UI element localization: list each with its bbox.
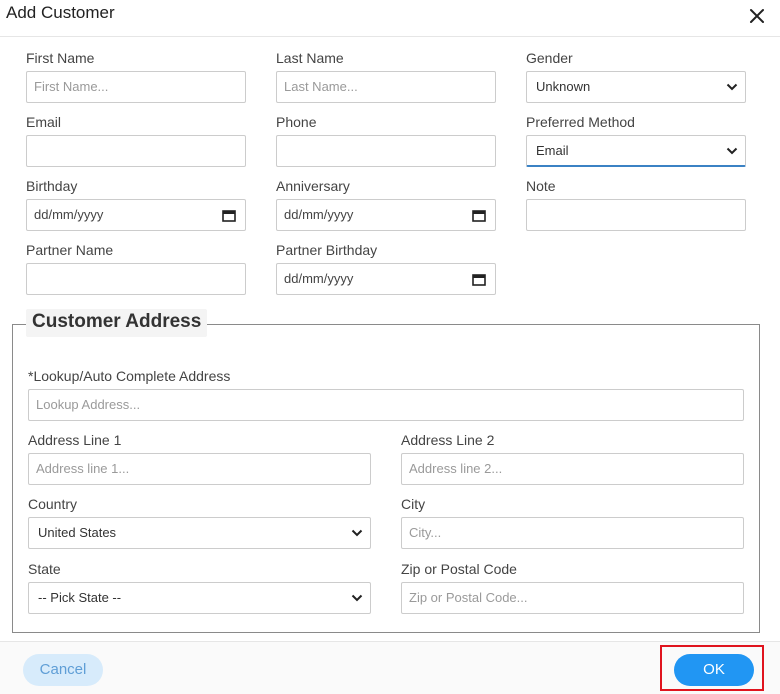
lookup-address-placeholder: Lookup Address... bbox=[36, 397, 141, 412]
city-label: City bbox=[401, 496, 426, 512]
email-label: Email bbox=[26, 114, 62, 130]
zip-label: Zip or Postal Code bbox=[401, 561, 517, 577]
address-line-1-placeholder: Address line 1... bbox=[36, 461, 130, 476]
close-button[interactable] bbox=[746, 5, 768, 27]
first-name-input[interactable]: First Name... bbox=[26, 71, 246, 103]
state-label: State bbox=[28, 561, 61, 577]
gender-label: Gender bbox=[526, 50, 573, 66]
partner-birthday-label: Partner Birthday bbox=[276, 242, 378, 258]
gender-select[interactable]: Unknown bbox=[526, 71, 746, 103]
gender-value: Unknown bbox=[536, 79, 591, 94]
calendar-icon[interactable] bbox=[222, 209, 236, 222]
state-value: -- Pick State -- bbox=[38, 590, 122, 605]
email-input[interactable] bbox=[26, 135, 246, 167]
chevron-down-icon bbox=[726, 147, 738, 155]
preferred-method-value: Email bbox=[536, 143, 569, 158]
phone-label: Phone bbox=[276, 114, 317, 130]
address-line-2-placeholder: Address line 2... bbox=[409, 461, 503, 476]
chevron-down-icon bbox=[726, 83, 738, 91]
last-name-placeholder: Last Name... bbox=[284, 79, 358, 94]
country-value: United States bbox=[38, 525, 117, 540]
birthday-date-input[interactable]: dd/mm/yyyy bbox=[26, 199, 246, 231]
lookup-address-input[interactable]: Lookup Address... bbox=[28, 389, 744, 421]
customer-address-legend: Customer Address bbox=[26, 309, 208, 337]
zip-input[interactable]: Zip or Postal Code... bbox=[401, 582, 744, 614]
address-line-1-input[interactable]: Address line 1... bbox=[28, 453, 371, 485]
note-input[interactable] bbox=[526, 199, 746, 231]
partner-name-label: Partner Name bbox=[26, 242, 114, 258]
city-placeholder: City... bbox=[409, 525, 442, 540]
calendar-icon[interactable] bbox=[472, 273, 486, 286]
ok-button[interactable]: OK bbox=[674, 654, 754, 686]
country-label: Country bbox=[28, 496, 78, 512]
last-name-input[interactable]: Last Name... bbox=[276, 71, 496, 103]
birthday-value: dd/mm/yyyy bbox=[34, 207, 104, 222]
birthday-label: Birthday bbox=[26, 178, 78, 194]
partner-birthday-value: dd/mm/yyyy bbox=[284, 271, 354, 286]
cancel-button[interactable]: Cancel bbox=[23, 654, 103, 686]
city-input[interactable]: City... bbox=[401, 517, 744, 549]
chevron-down-icon bbox=[351, 529, 363, 537]
partner-name-input[interactable] bbox=[26, 263, 246, 295]
close-icon bbox=[750, 9, 764, 23]
first-name-label: First Name bbox=[26, 50, 95, 66]
anniversary-date-input[interactable]: dd/mm/yyyy bbox=[276, 199, 496, 231]
dialog-header: Add Customer bbox=[0, 0, 780, 37]
phone-input[interactable] bbox=[276, 135, 496, 167]
address-line-1-label: Address Line 1 bbox=[28, 432, 122, 448]
country-select[interactable]: United States bbox=[28, 517, 371, 549]
lookup-address-label: *Lookup/Auto Complete Address bbox=[28, 368, 231, 384]
note-label: Note bbox=[526, 178, 556, 194]
anniversary-value: dd/mm/yyyy bbox=[284, 207, 354, 222]
zip-placeholder: Zip or Postal Code... bbox=[409, 590, 528, 605]
preferred-method-select[interactable]: Email bbox=[526, 135, 746, 167]
state-select[interactable]: -- Pick State -- bbox=[28, 582, 371, 614]
address-line-2-input[interactable]: Address line 2... bbox=[401, 453, 744, 485]
address-line-2-label: Address Line 2 bbox=[401, 432, 495, 448]
calendar-icon[interactable] bbox=[472, 209, 486, 222]
first-name-placeholder: First Name... bbox=[34, 79, 109, 94]
dialog-title: Add Customer bbox=[6, 3, 115, 22]
last-name-label: Last Name bbox=[276, 50, 344, 66]
partner-birthday-date-input[interactable]: dd/mm/yyyy bbox=[276, 263, 496, 295]
chevron-down-icon bbox=[351, 594, 363, 602]
preferred-method-label: Preferred Method bbox=[526, 114, 635, 130]
anniversary-label: Anniversary bbox=[276, 178, 350, 194]
